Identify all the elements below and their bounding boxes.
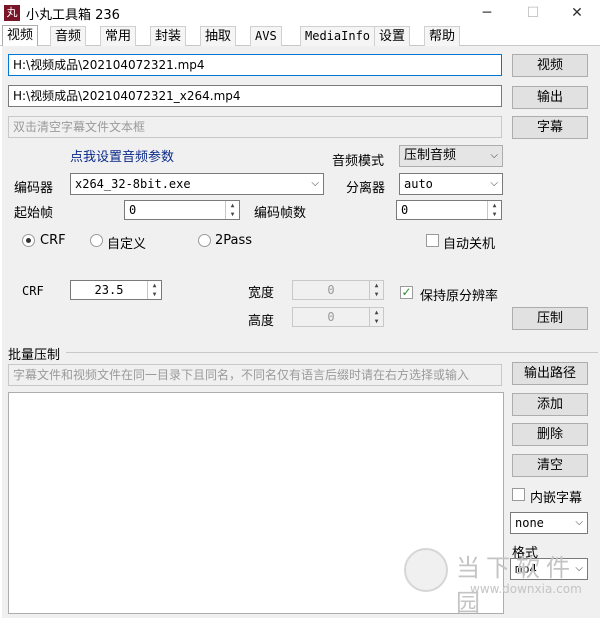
subtitle-button[interactable]: 字幕	[512, 116, 588, 139]
encode-frames-input[interactable]: 0 ▲ ▼	[396, 200, 502, 220]
width-input[interactable]: 0 ▲ ▼	[292, 280, 384, 300]
audio-params-link[interactable]: 点我设置音频参数	[70, 146, 174, 165]
twopass-radio-label[interactable]: 2Pass	[215, 233, 252, 248]
spin-down-icon[interactable]: ▼	[370, 317, 383, 326]
encode-frames-label: 编码帧数	[254, 206, 307, 221]
custom-radio-label[interactable]: 自定义	[107, 233, 146, 252]
batch-divider	[66, 352, 598, 353]
width-label: 宽度	[248, 286, 275, 301]
output-button[interactable]: 输出	[512, 86, 588, 109]
width-value: 0	[327, 283, 335, 297]
height-label: 高度	[248, 314, 275, 329]
crf-radio-label[interactable]: CRF	[40, 233, 66, 248]
subtitle-input[interactable]: 双击清空字幕文件文本框	[8, 116, 502, 138]
chevron-down-icon: ⌵	[490, 150, 498, 161]
spin-down-icon[interactable]: ▼	[226, 210, 239, 219]
output-path-button[interactable]: 输出路径	[512, 362, 588, 385]
tab-audio[interactable]: 音频	[50, 26, 87, 46]
title-bar: 丸 小丸工具箱 236 ─ ☐ ✕	[0, 0, 600, 26]
spin-buttons[interactable]: ▲ ▼	[369, 281, 383, 299]
height-value: 0	[327, 310, 335, 324]
tab-video[interactable]: 视频	[2, 25, 39, 46]
demuxer-label: 分离器	[346, 181, 386, 196]
spin-up-icon[interactable]: ▲	[148, 281, 161, 290]
delete-button[interactable]: 删除	[512, 423, 588, 446]
start-frame-input[interactable]: 0 ▲ ▼	[124, 200, 240, 220]
chevron-down-icon: ⌵	[575, 517, 583, 528]
auto-shutdown-checkbox[interactable]	[426, 234, 439, 247]
subtitle-lang-value: none	[515, 516, 544, 530]
spin-up-icon[interactable]: ▲	[370, 308, 383, 317]
batch-subtitle-input[interactable]: 字幕文件和视频文件在同一目录下且同名，不同名仅有语言后缀时请在右方选择或输入	[8, 364, 502, 386]
spin-buttons[interactable]: ▲ ▼	[487, 201, 501, 219]
tab-help[interactable]: 帮助	[424, 26, 461, 46]
demuxer-value: auto	[404, 177, 433, 191]
start-frame-label: 起始帧	[14, 206, 54, 221]
app-logo-icon: 丸	[4, 5, 20, 21]
close-button[interactable]: ✕	[554, 0, 600, 26]
crf-value: 23.5	[94, 283, 124, 297]
spin-up-icon[interactable]: ▲	[488, 201, 501, 210]
select-video-button[interactable]: 视频	[512, 54, 588, 77]
spin-up-icon[interactable]: ▲	[370, 281, 383, 290]
tab-avs[interactable]: AVS	[250, 26, 282, 46]
start-frame-value: 0	[129, 203, 137, 217]
auto-shutdown-label[interactable]: 自动关机	[443, 233, 495, 252]
video-file-input[interactable]: H:\视频成品\202104072321.mp4	[8, 54, 502, 76]
audio-mode-value: 压制音频	[404, 148, 457, 163]
embed-subtitle-label[interactable]: 内嵌字幕	[530, 487, 582, 506]
demuxer-select[interactable]: auto ⌵	[399, 173, 503, 195]
chevron-down-icon: ⌵	[490, 178, 498, 189]
tab-settings[interactable]: 设置	[374, 26, 411, 46]
height-input[interactable]: 0 ▲ ▼	[292, 307, 384, 327]
twopass-radio[interactable]	[198, 234, 211, 247]
maximize-button[interactable]: ☐	[510, 0, 556, 26]
spin-down-icon[interactable]: ▼	[148, 290, 161, 299]
spin-down-icon[interactable]: ▼	[370, 290, 383, 299]
spin-buttons[interactable]: ▲ ▼	[369, 308, 383, 326]
encoder-value: x264_32-8bit.exe	[75, 177, 191, 191]
window-title: 小丸工具箱 236	[26, 8, 120, 23]
crf-label: CRF	[22, 284, 44, 298]
spin-buttons[interactable]: ▲ ▼	[147, 281, 161, 299]
encoder-label: 编码器	[14, 181, 54, 196]
minimize-button[interactable]: ─	[464, 0, 510, 26]
tab-extract[interactable]: 抽取	[200, 26, 237, 46]
spin-down-icon[interactable]: ▼	[488, 210, 501, 219]
encode-button[interactable]: 压制	[512, 307, 588, 330]
tab-mediainfo[interactable]: MediaInfo	[300, 26, 376, 46]
spin-buttons[interactable]: ▲ ▼	[225, 201, 239, 219]
tab-common[interactable]: 常用	[100, 26, 137, 46]
watermark-url: www.downxia.com	[470, 582, 582, 596]
keep-resolution-checkbox[interactable]: ✓	[400, 286, 413, 299]
tab-mux[interactable]: 封装	[150, 26, 187, 46]
subtitle-lang-select[interactable]: none ⌵	[510, 512, 588, 534]
audio-mode-select[interactable]: 压制音频 ⌵	[399, 145, 503, 167]
batch-label: 批量压制	[8, 348, 61, 363]
clear-button[interactable]: 清空	[512, 454, 588, 477]
encoder-select[interactable]: x264_32-8bit.exe ⌵	[70, 173, 324, 195]
output-file-input[interactable]: H:\视频成品\202104072321_x264.mp4	[8, 85, 502, 107]
custom-radio[interactable]	[90, 234, 103, 247]
spin-up-icon[interactable]: ▲	[226, 201, 239, 210]
crf-input[interactable]: 23.5 ▲ ▼	[70, 280, 162, 300]
audio-mode-label: 音频模式	[332, 154, 385, 169]
embed-subtitle-checkbox[interactable]	[512, 488, 525, 501]
crf-radio[interactable]	[22, 234, 35, 247]
encode-frames-value: 0	[401, 203, 409, 217]
keep-resolution-label[interactable]: 保持原分辨率	[420, 285, 498, 304]
chevron-down-icon: ⌵	[311, 178, 319, 189]
tab-bar: 视频 音频 常用 封装 抽取 AVS MediaInfo 设置 帮助	[0, 25, 600, 46]
downxia-logo-icon	[404, 548, 448, 592]
add-button[interactable]: 添加	[512, 393, 588, 416]
